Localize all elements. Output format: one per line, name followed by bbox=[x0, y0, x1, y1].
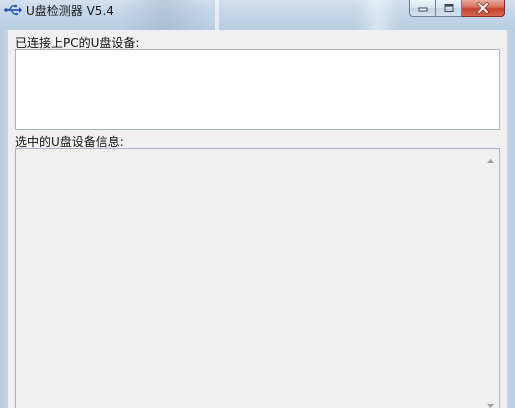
maximize-button[interactable] bbox=[436, 0, 462, 17]
close-button[interactable] bbox=[462, 0, 505, 17]
caption-buttons bbox=[409, 0, 505, 18]
window-frame-left bbox=[0, 30, 8, 408]
window-title: U盘检测器 V5.4 bbox=[26, 4, 114, 18]
scroll-down-button[interactable] bbox=[482, 394, 499, 408]
window-frame-right bbox=[507, 30, 515, 408]
scroll-up-button[interactable] bbox=[482, 149, 499, 166]
close-icon bbox=[462, 0, 504, 16]
maximize-icon bbox=[436, 0, 461, 16]
minimize-icon bbox=[410, 0, 435, 16]
title-bar[interactable]: U盘检测器 V5.4 bbox=[0, 0, 515, 30]
device-info-textbox[interactable] bbox=[15, 148, 500, 408]
scroll-up-icon bbox=[487, 148, 494, 167]
scroll-track[interactable] bbox=[482, 166, 499, 394]
connected-devices-list[interactable] bbox=[15, 49, 500, 130]
scroll-down-icon bbox=[487, 393, 494, 408]
client-area: 已连接上PC的U盘设备: 选中的U盘设备信息: bbox=[8, 30, 507, 408]
usb-icon bbox=[4, 2, 22, 16]
minimize-button[interactable] bbox=[409, 0, 436, 17]
app-window: U盘检测器 V5.4 已连接上PC的U盘设备: 选中的U盘设备信息: bbox=[0, 0, 515, 408]
vertical-scrollbar[interactable] bbox=[482, 149, 499, 408]
